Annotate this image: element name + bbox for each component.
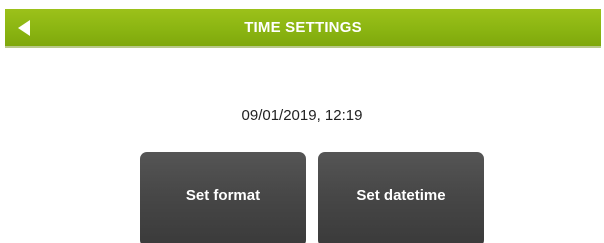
current-datetime: 09/01/2019, 12:19: [241, 107, 363, 124]
set-datetime-label: Set datetime: [356, 187, 446, 204]
header-bar: TIME SETTINGS: [5, 9, 601, 48]
page-title: TIME SETTINGS: [244, 19, 362, 36]
time-settings-screen: TIME SETTINGS 09/01/2019, 12:19 Set form…: [0, 0, 604, 243]
set-format-button[interactable]: Set format: [140, 152, 306, 243]
set-datetime-button[interactable]: Set datetime: [318, 152, 484, 243]
set-format-label: Set format: [185, 187, 261, 204]
